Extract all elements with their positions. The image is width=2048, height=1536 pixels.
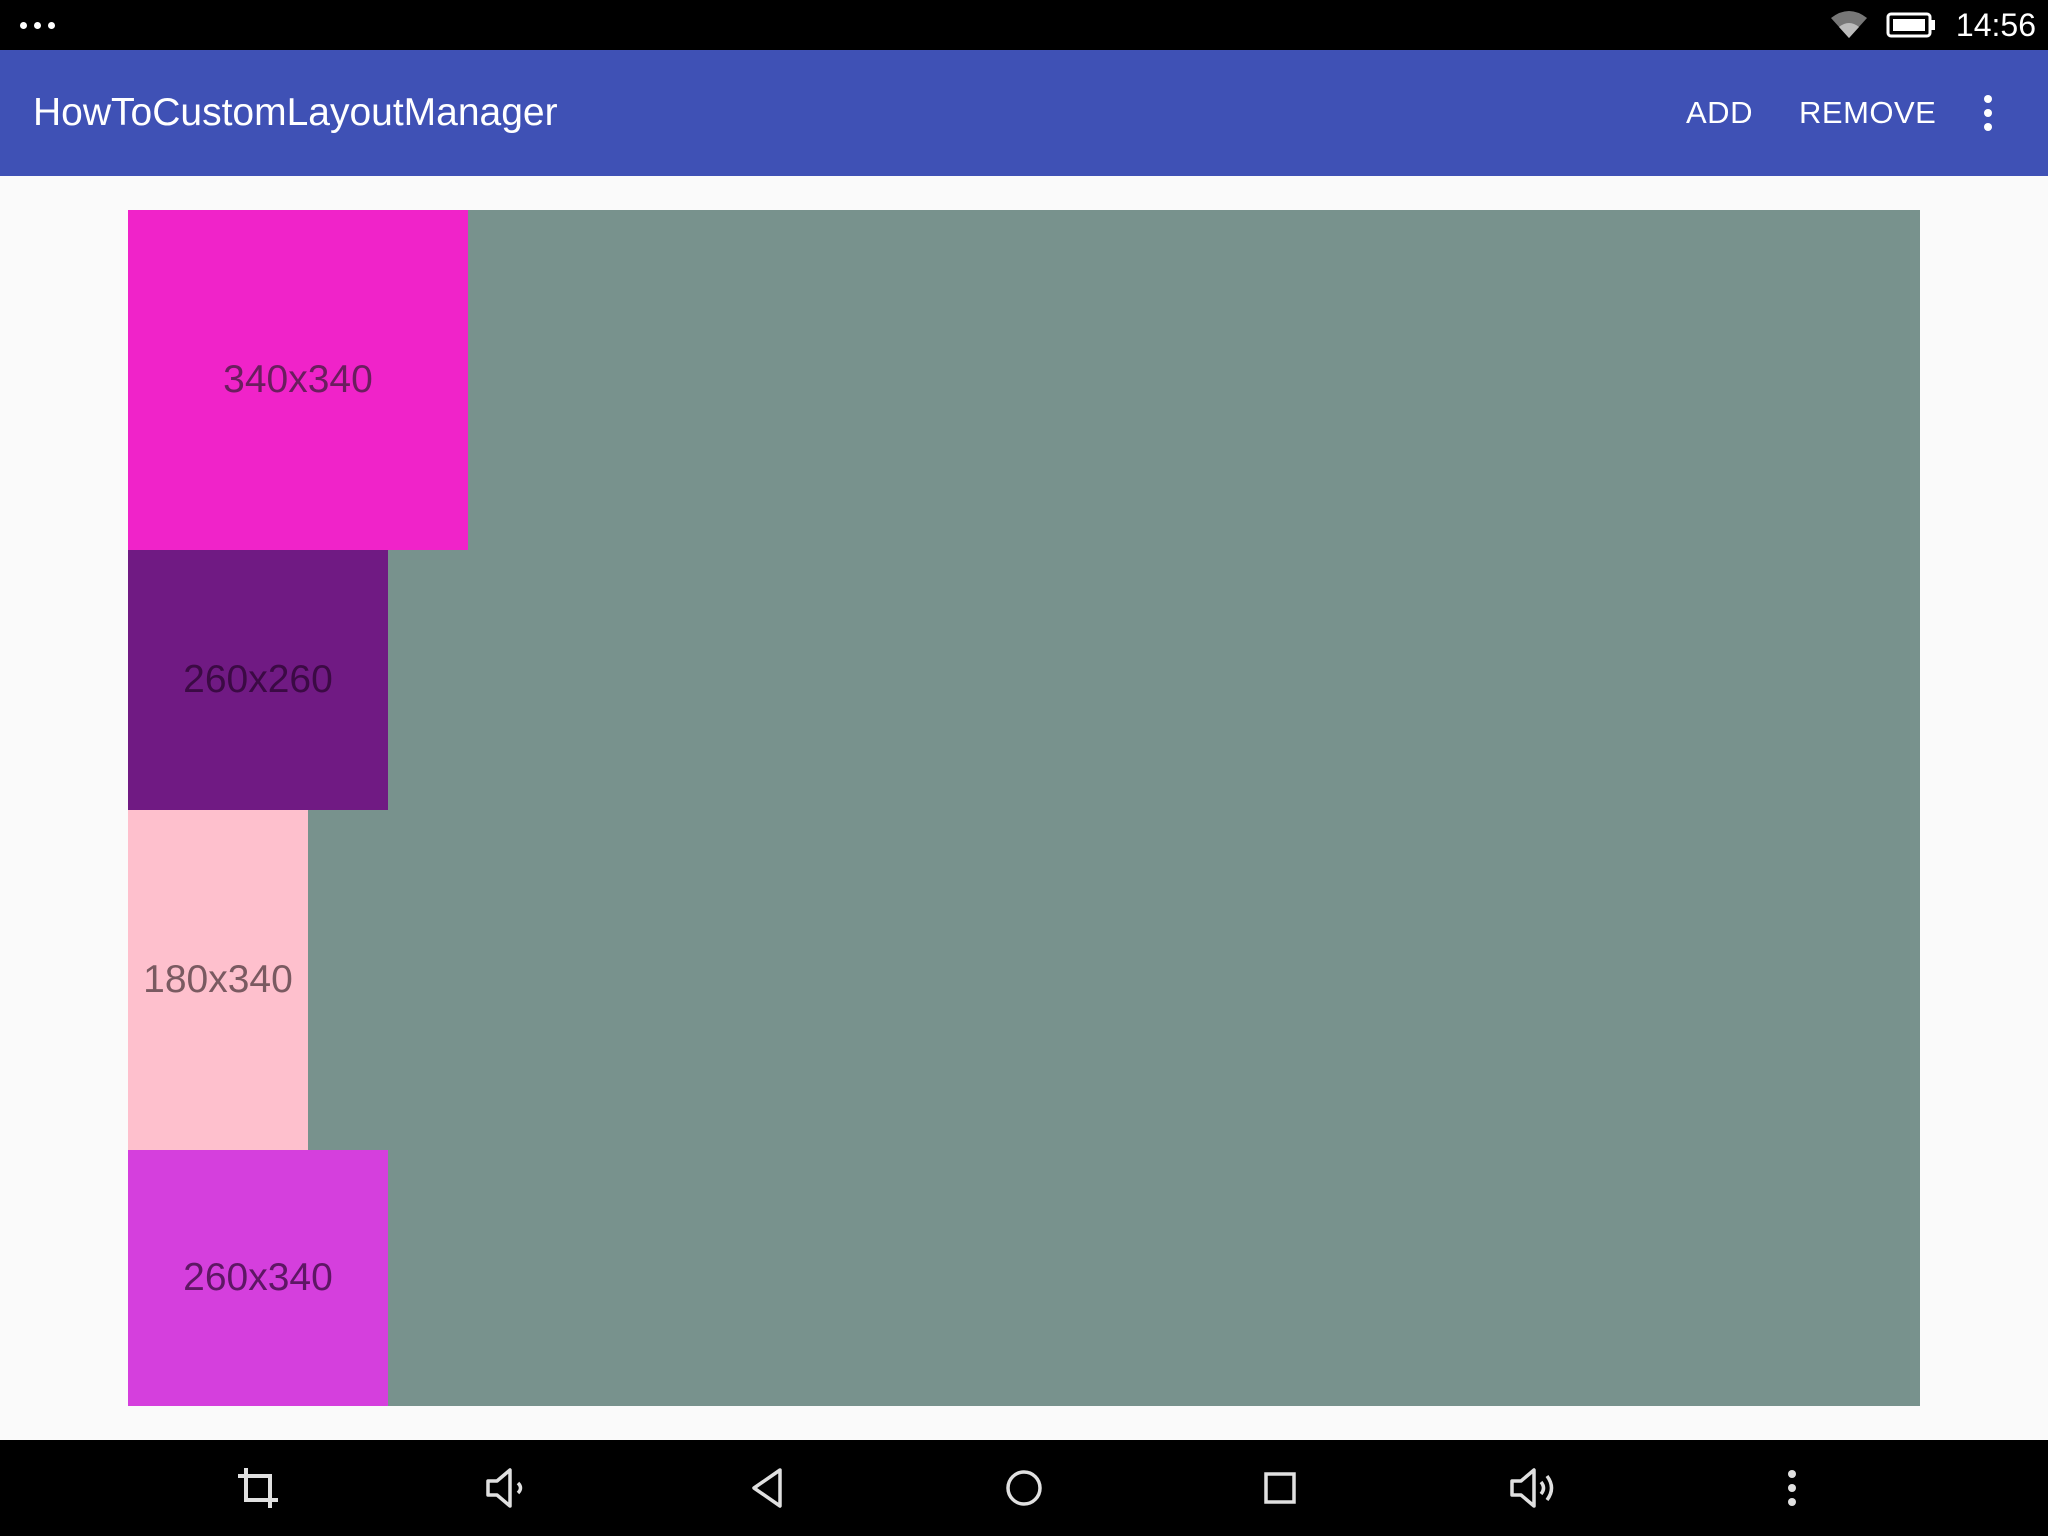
content-area: 340x340 260x260 180x340 260x340 — [0, 176, 2048, 1440]
screenshot-crop-icon[interactable] — [228, 1458, 288, 1518]
battery-icon — [1886, 12, 1935, 38]
grid-item-label: 260x340 — [183, 1256, 333, 1299]
grid-item[interactable]: 260x260 — [128, 550, 388, 810]
add-button[interactable]: ADD — [1686, 50, 1753, 176]
volume-up-icon[interactable] — [1506, 1458, 1566, 1518]
grid-item-label: 180x340 — [143, 958, 293, 1001]
app-title: HowToCustomLayoutManager — [33, 91, 558, 134]
wifi-icon — [1830, 11, 1867, 38]
grid-item-label: 260x260 — [183, 658, 333, 701]
overflow-menu-icon[interactable] — [1972, 93, 2004, 133]
grid-item-label: 340x340 — [223, 358, 373, 401]
more-dots-icon — [20, 16, 60, 30]
remove-button[interactable]: REMOVE — [1799, 50, 1936, 176]
recents-icon[interactable] — [1250, 1458, 1310, 1518]
status-bar: 14:56 — [0, 0, 2048, 50]
navigation-bar — [0, 1440, 2048, 1536]
status-right: 14:56 — [1830, 0, 2036, 50]
grid-item[interactable]: 340x340 — [128, 210, 468, 550]
grid-item[interactable]: 180x340 — [128, 810, 308, 1150]
app-bar: HowToCustomLayoutManager ADD REMOVE — [0, 50, 2048, 176]
volume-down-icon[interactable] — [478, 1458, 538, 1518]
status-time: 14:56 — [1955, 6, 2036, 43]
back-icon[interactable] — [738, 1458, 798, 1518]
home-icon[interactable] — [994, 1458, 1054, 1518]
recycler-view[interactable]: 340x340 260x260 180x340 260x340 — [128, 210, 1920, 1406]
menu-icon[interactable] — [1762, 1458, 1822, 1518]
grid-item[interactable]: 260x340 — [128, 1150, 388, 1406]
